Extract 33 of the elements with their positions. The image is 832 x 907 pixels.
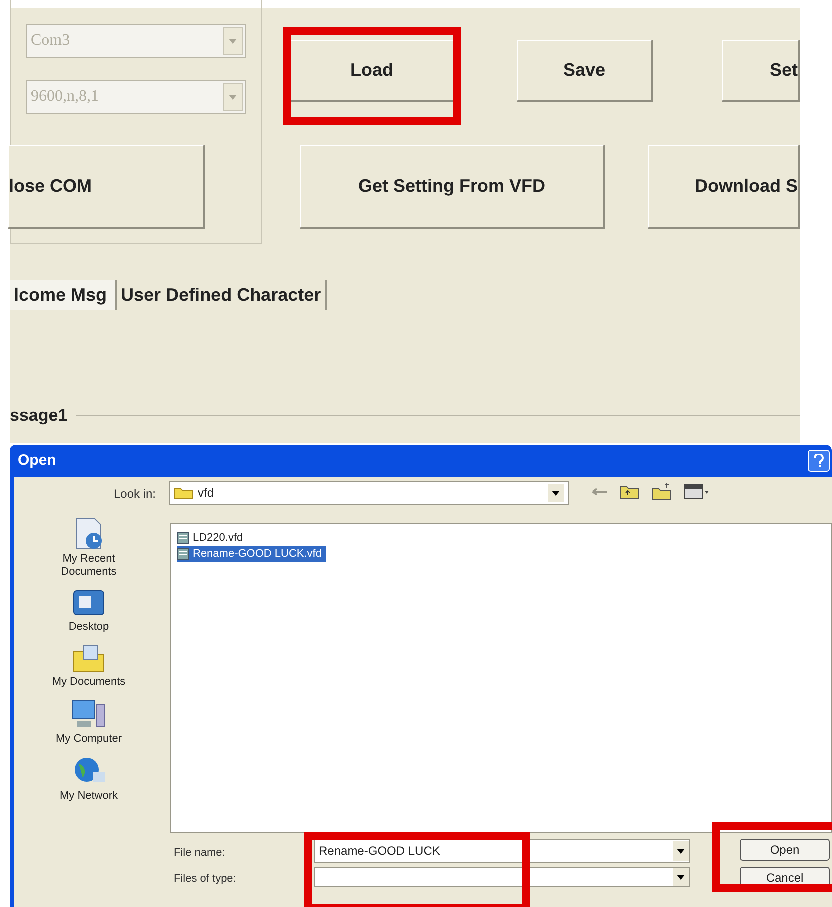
button[interactable]: Load — [290, 40, 455, 102]
new-folder-icon[interactable] — [652, 483, 672, 501]
file-icon — [177, 532, 189, 544]
button[interactable]: Save — [517, 40, 653, 102]
file-icon — [177, 548, 189, 560]
place-shortcut[interactable]: My Recent Documents — [19, 517, 159, 579]
look-in-dropdown[interactable]: vfd — [169, 481, 569, 505]
place-shortcut[interactable]: My Computer — [19, 699, 159, 746]
place-shortcut[interactable]: My Documents — [19, 644, 159, 689]
view-menu-icon[interactable] — [684, 484, 710, 500]
button[interactable]: Open — [740, 839, 830, 861]
button[interactable]: Get Setting From VFD — [300, 145, 605, 229]
folder-up-icon[interactable] — [620, 484, 640, 500]
file-item[interactable]: Rename-GOOD LUCK.vfd — [177, 546, 326, 562]
button[interactable]: Set — [722, 40, 800, 102]
field-label: File name: — [174, 846, 226, 861]
file-item[interactable]: LD220.vfd — [177, 530, 248, 546]
look-in-label: Look in: — [112, 486, 157, 503]
tab[interactable]: lcome Msg — [10, 280, 118, 310]
help-button[interactable] — [808, 450, 830, 472]
field-label: Files of type: — [174, 872, 236, 887]
documents-folder-icon — [72, 644, 106, 674]
button[interactable]: Download S — [648, 145, 800, 229]
place-shortcut[interactable]: My Network — [19, 756, 159, 803]
file-name-field[interactable]: Rename-GOOD LUCK — [314, 839, 690, 863]
button[interactable]: lose COM — [8, 145, 205, 229]
file-list[interactable]: LD220.vfd Rename-GOOD LUCK.vfd — [170, 523, 832, 833]
question-mark-icon — [814, 454, 824, 468]
folder-icon — [174, 486, 194, 500]
window-title: Open — [18, 450, 56, 471]
place-shortcut[interactable]: Desktop — [19, 589, 159, 634]
file-type-dropdown[interactable] — [314, 867, 690, 887]
group-label: ssage1 — [10, 405, 68, 427]
